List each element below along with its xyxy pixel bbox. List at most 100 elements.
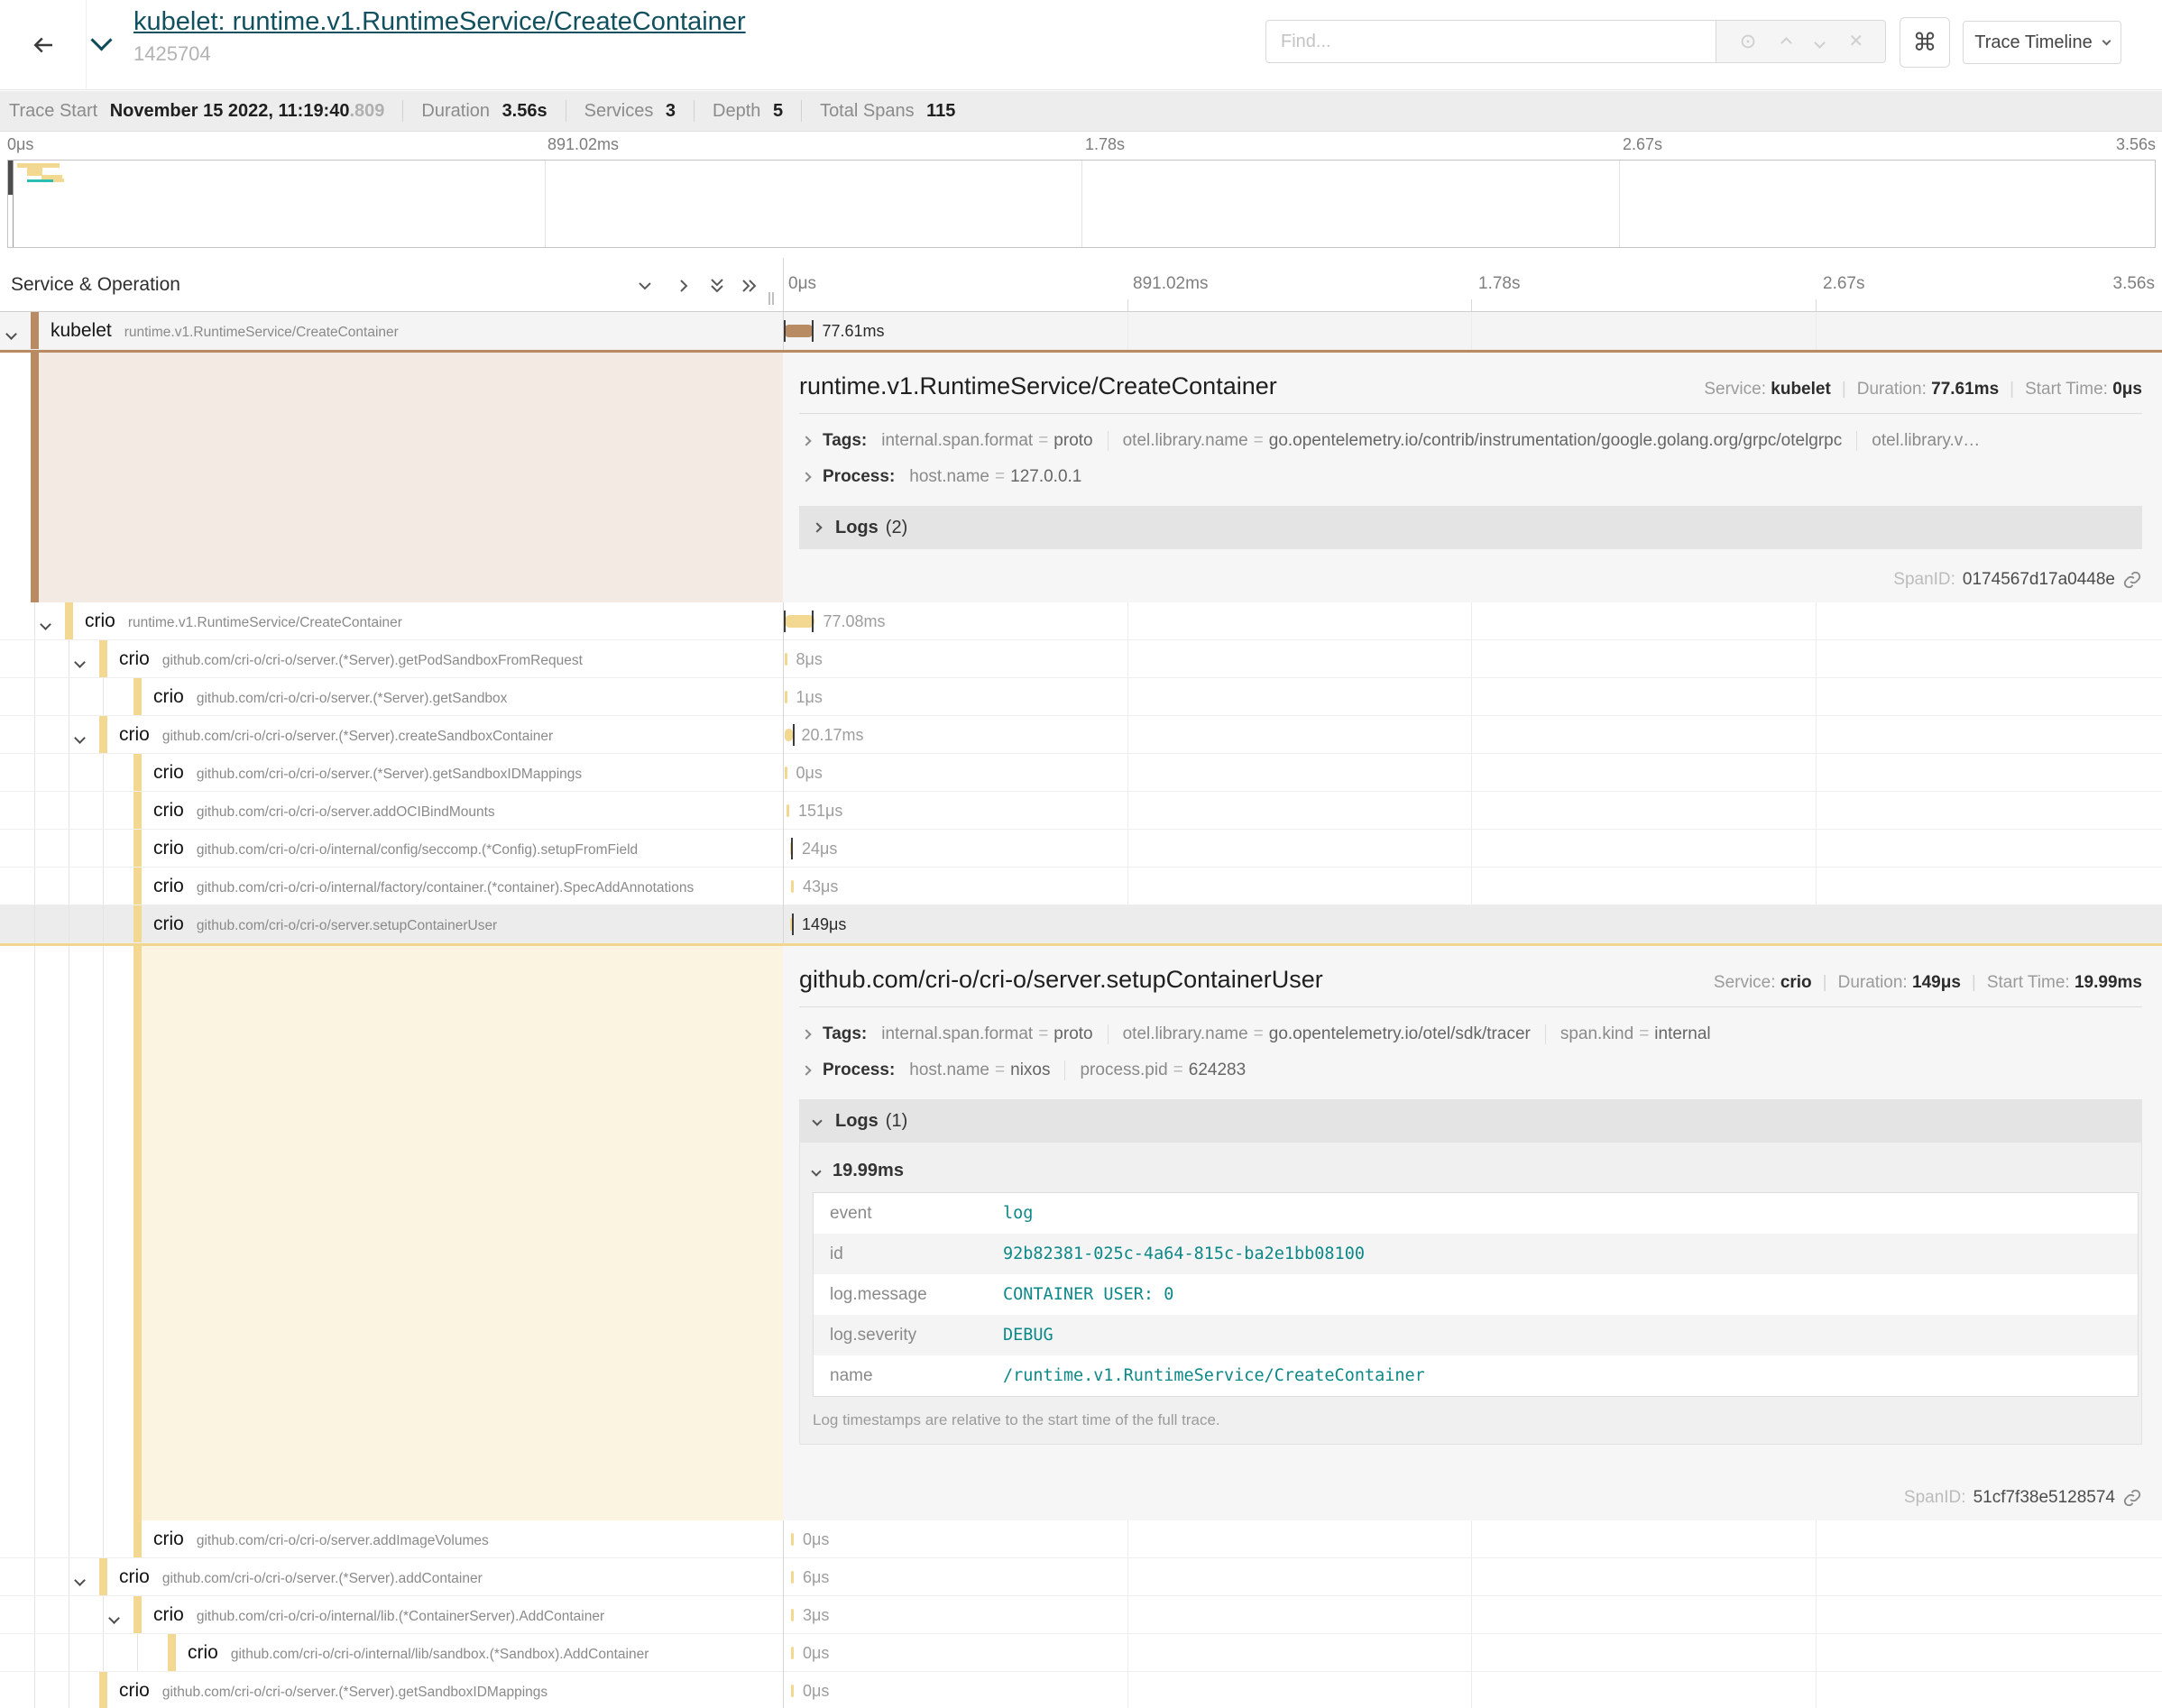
prev-result-icon[interactable] (1782, 32, 1790, 51)
log-field-row: id92b82381-025c-4a64-815c-ba2e1bb08100 (814, 1234, 2138, 1274)
span-id-row: SpanID: 0174567d17a0448e (799, 559, 2142, 590)
span-row[interactable]: criogithub.com/cri-o/cri-o/server.(*Serv… (0, 640, 2162, 678)
ruler-tick-label: 891.02ms (1133, 274, 1208, 294)
service-name: criogithub.com/cri-o/cri-o/server.(*Serv… (153, 754, 582, 791)
span-row[interactable]: criogithub.com/cri-o/cri-o/server.(*Serv… (0, 754, 2162, 792)
collapse-one-icon[interactable] (633, 275, 657, 297)
span-duration-bar[interactable] (785, 615, 814, 628)
chevron-down-icon (812, 1116, 822, 1125)
span-row[interactable]: criogithub.com/cri-o/cri-o/internal/fact… (0, 868, 2162, 905)
tags-row[interactable]: Tags: internal.span.format=proto otel.li… (799, 423, 2142, 459)
span-row[interactable]: crioruntime.v1.RuntimeService/CreateCont… (0, 602, 2162, 640)
chevron-down-icon (2102, 36, 2111, 45)
clear-search-icon[interactable]: ✕ (1848, 32, 1863, 51)
chevron-down-icon[interactable] (41, 617, 50, 633)
span-row[interactable]: criogithub.com/cri-o/cri-o/internal/lib/… (0, 1634, 2162, 1672)
column-resizer-handle[interactable] (768, 292, 776, 305)
minimap-drag-handle[interactable] (8, 161, 13, 195)
span-duration-bar[interactable] (785, 767, 787, 779)
minimap-scrubber-line (13, 161, 14, 247)
span-row[interactable]: criogithub.com/cri-o/cri-o/server.(*Serv… (0, 716, 2162, 754)
span-row[interactable]: criogithub.com/cri-o/cri-o/server.addIma… (0, 1520, 2162, 1558)
span-duration-bar[interactable] (791, 1609, 794, 1621)
span-duration-bar[interactable] (791, 1571, 794, 1584)
span-id-value: 0174567d17a0448e (1963, 570, 2115, 590)
chevron-right-icon (801, 436, 811, 445)
focus-target-icon[interactable] (1738, 32, 1758, 51)
span-duration-label: 1μs (796, 678, 823, 716)
minimap-canvas[interactable] (7, 160, 2156, 248)
operation-name: github.com/cri-o/cri-o/server.(*Server).… (197, 767, 582, 782)
span-rows-area: kubeletruntime.v1.RuntimeService/CreateC… (0, 312, 2162, 1708)
find-bar: ✕ (1265, 20, 1886, 63)
chevron-right-icon (801, 1065, 811, 1075)
span-row[interactable]: criogithub.com/cri-o/cri-o/server.addOCI… (0, 792, 2162, 830)
logs-accordion[interactable]: Logs(2) (799, 506, 2142, 549)
find-input[interactable] (1265, 20, 1716, 63)
span-row[interactable]: criogithub.com/cri-o/cri-o/internal/lib.… (0, 1596, 2162, 1634)
chevron-down-icon[interactable] (76, 655, 84, 671)
span-duration-bar[interactable] (784, 325, 814, 337)
service-color-bar (133, 1520, 142, 1557)
span-name-cell: criogithub.com/cri-o/cri-o/server.(*Serv… (0, 754, 783, 791)
span-row[interactable]: criogithub.com/cri-o/cri-o/server.(*Serv… (0, 1558, 2162, 1596)
trace-title-link[interactable]: kubelet: runtime.v1.RuntimeService/Creat… (133, 7, 746, 37)
chevron-down-icon[interactable] (7, 326, 15, 343)
log-field-row: name/runtime.v1.RuntimeService/CreateCon… (814, 1355, 2138, 1396)
expand-all-icon[interactable] (738, 275, 761, 297)
service-color-bar (133, 754, 142, 791)
span-duration-bar[interactable] (785, 729, 793, 741)
span-row[interactable]: criogithub.com/cri-o/cri-o/server.(*Serv… (0, 678, 2162, 716)
log-entry-header[interactable]: 19.99ms (813, 1153, 2125, 1192)
log-marker-tick (793, 724, 795, 746)
back-arrow-icon (30, 32, 57, 59)
span-duration-label: 151μs (798, 792, 842, 830)
next-result-icon[interactable] (1816, 32, 1824, 51)
span-duration-bar[interactable] (791, 1647, 794, 1659)
span-name-cell: criogithub.com/cri-o/cri-o/server.(*Serv… (0, 678, 783, 715)
copy-link-icon[interactable] (2122, 1488, 2142, 1508)
chevron-right-icon (801, 1029, 811, 1039)
span-name-cell: criogithub.com/cri-o/cri-o/internal/lib.… (0, 1596, 783, 1633)
chevron-down-icon[interactable] (76, 1573, 84, 1589)
copy-link-icon[interactable] (2122, 570, 2142, 590)
span-row[interactable]: criogithub.com/cri-o/cri-o/server.setupC… (0, 905, 2162, 943)
back-button[interactable] (0, 0, 87, 90)
span-name-cell: crioruntime.v1.RuntimeService/CreateCont… (0, 602, 783, 639)
minimap-span-strip (27, 168, 42, 176)
span-row[interactable]: criogithub.com/cri-o/cri-o/server.(*Serv… (0, 1672, 2162, 1708)
span-detail-setup-container-user: github.com/cri-o/cri-o/server.setupConta… (0, 943, 2162, 1520)
operation-name: github.com/cri-o/cri-o/internal/lib/sand… (231, 1647, 649, 1662)
span-timeline-cell: 0μs (783, 754, 2162, 791)
span-name-cell: criogithub.com/cri-o/cri-o/internal/fact… (0, 868, 783, 905)
operation-name: github.com/cri-o/cri-o/server.(*Server).… (162, 729, 553, 744)
view-selector-button[interactable]: Trace Timeline (1963, 21, 2121, 64)
span-name-cell: criogithub.com/cri-o/cri-o/server.(*Serv… (0, 640, 783, 677)
chevron-down-icon[interactable] (76, 730, 84, 747)
expand-one-icon[interactable] (672, 275, 695, 297)
keyboard-shortcuts-button[interactable]: ⌘ (1900, 17, 1950, 68)
depth-label: Depth (713, 101, 766, 122)
chevron-down-icon[interactable] (110, 1611, 118, 1627)
span-timeline-cell: 20.17ms (783, 716, 2162, 753)
span-timeline-cell: 149μs (783, 905, 2162, 942)
span-detail-stats: Service: kubelet|Duration: 77.61ms|Start… (1677, 380, 2142, 399)
span-duration-bar[interactable] (785, 691, 787, 703)
process-row[interactable]: Process: host.name=127.0.0.1 (799, 459, 2142, 495)
find-controls: ✕ (1716, 20, 1886, 63)
collapse-trace-chevron[interactable] (94, 32, 109, 52)
span-row[interactable]: kubeletruntime.v1.RuntimeService/CreateC… (0, 312, 2162, 350)
tags-row[interactable]: Tags: internal.span.format=proto otel.li… (799, 1016, 2142, 1052)
span-duration-bar[interactable] (791, 880, 794, 893)
collapse-all-icon[interactable] (705, 275, 729, 297)
span-duration-bar[interactable] (791, 1685, 794, 1697)
span-row[interactable]: criogithub.com/cri-o/cri-o/internal/conf… (0, 830, 2162, 868)
log-marker-tick (792, 914, 794, 935)
span-duration-bar[interactable] (787, 804, 789, 817)
logs-accordion[interactable]: Logs(1) (799, 1099, 2142, 1143)
depth-value: 5 (773, 101, 783, 122)
span-duration-bar[interactable] (791, 1533, 794, 1546)
log-marker-tick (812, 611, 814, 632)
process-row[interactable]: Process: host.name=nixos process.pid=624… (799, 1052, 2142, 1088)
span-duration-bar[interactable] (785, 653, 787, 666)
